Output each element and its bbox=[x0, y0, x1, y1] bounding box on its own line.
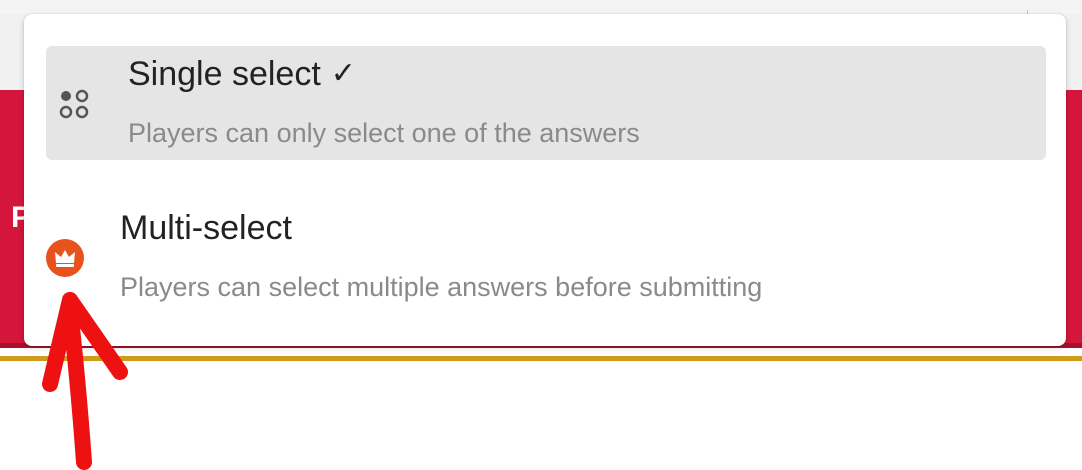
checkmark-icon: ✓ bbox=[330, 57, 356, 90]
background-partial-text: P bbox=[11, 201, 25, 234]
option-title-label: Single select bbox=[128, 55, 321, 93]
option-multi-select[interactable]: Multi-select Players can select multiple… bbox=[32, 184, 1052, 324]
option-single-select[interactable]: Single select ✓ Players can only select o… bbox=[46, 46, 1046, 160]
page-top-bar bbox=[0, 0, 1082, 15]
option-title: Single select ✓ bbox=[128, 54, 356, 94]
option-description: Players can only select one of the answe… bbox=[128, 118, 640, 148]
option-title: Multi-select bbox=[120, 209, 292, 247]
dots-grid-icon bbox=[59, 89, 89, 119]
crown-premium-icon bbox=[46, 239, 84, 277]
page-lower-area bbox=[0, 361, 1082, 470]
answer-type-dropdown: Single select ✓ Players can only select o… bbox=[24, 14, 1066, 346]
option-description: Players can select multiple answers befo… bbox=[120, 272, 763, 302]
